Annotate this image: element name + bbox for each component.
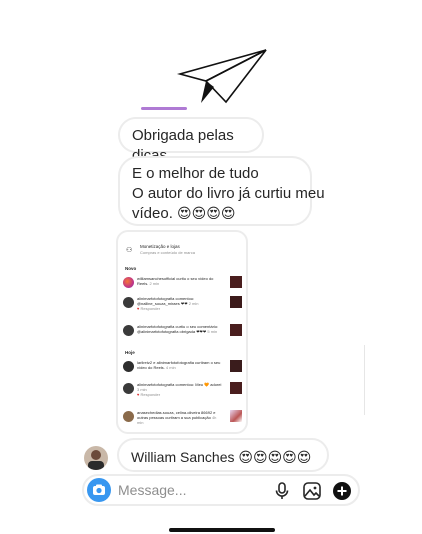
notification-row[interactable]: larilretz2 e alinimarfotofotografia curt… bbox=[123, 360, 245, 378]
post-thumbnail bbox=[230, 276, 242, 288]
like-icon[interactable]: ♥ bbox=[137, 392, 139, 397]
post-thumbnail bbox=[230, 296, 242, 308]
notification-row[interactable]: alinimarfotofotografia comentou: Meu 🧡 a… bbox=[123, 382, 245, 400]
section-new: Novo bbox=[125, 266, 137, 271]
message-line: E o melhor de tudo bbox=[132, 165, 259, 182]
notification-text: anasechedias.souza, celina.oliveira 8669… bbox=[137, 410, 216, 420]
notification-time: 5 min bbox=[207, 329, 218, 334]
avatar bbox=[123, 361, 134, 372]
notification-row[interactable]: williamsanchesofficial curtiu o seu víde… bbox=[123, 276, 245, 294]
message-composer[interactable]: Message... bbox=[82, 474, 360, 506]
post-thumbnail bbox=[230, 382, 242, 394]
message-input[interactable]: Message... bbox=[118, 482, 186, 498]
reply-link[interactable]: Responder bbox=[141, 392, 161, 397]
post-thumbnail bbox=[230, 410, 242, 422]
sender-avatar[interactable] bbox=[84, 446, 108, 470]
notification-time: 2 min bbox=[149, 281, 160, 286]
camera-button[interactable] bbox=[87, 478, 111, 502]
gallery-icon[interactable] bbox=[302, 481, 322, 501]
avatar bbox=[123, 325, 134, 336]
notification-row[interactable]: anasechedias.souza, celina.oliveira 8669… bbox=[123, 410, 245, 428]
post-thumbnail bbox=[230, 324, 242, 336]
like-icon[interactable]: ♥ bbox=[137, 306, 139, 311]
notification-row[interactable]: alinimarfotofotografia curtiu o seu come… bbox=[123, 324, 245, 342]
message-bubble-author[interactable]: E o melhor de tudo O autor do livro já c… bbox=[118, 156, 325, 226]
section-today: Hoje bbox=[125, 350, 135, 355]
message-text: William Sanches bbox=[131, 449, 235, 465]
notification-text: alinimarfotofotografia comentou: Meu 🧡 a… bbox=[137, 382, 222, 387]
message-line: vídeo. bbox=[132, 205, 173, 222]
previous-message-edge bbox=[141, 107, 187, 110]
notification-text: larilretz2 e alinimarfotofotografia curt… bbox=[137, 360, 221, 370]
avatar bbox=[123, 411, 134, 422]
camera-icon bbox=[93, 484, 105, 495]
divider bbox=[364, 345, 365, 415]
notification-time: 2 min bbox=[188, 301, 199, 306]
header-title: Monetização e lojas bbox=[140, 244, 180, 249]
heart-eyes-emoji: 😍😍😍😍😍 bbox=[238, 450, 312, 466]
avatar bbox=[123, 297, 134, 308]
avatar bbox=[123, 383, 134, 394]
shared-screenshot[interactable]: ⚇ Monetização e lojas Compras e conteúdo… bbox=[116, 230, 248, 434]
notification-text: alinimarfotofotografia curtiu o seu come… bbox=[137, 324, 219, 334]
microphone-icon[interactable] bbox=[272, 481, 292, 501]
message-bubble-thanks[interactable]: Obrigada pelas dicas bbox=[118, 117, 264, 164]
post-thumbnail bbox=[230, 360, 242, 372]
notification-text: alinimarfotofotografia comentou: @nallin… bbox=[137, 296, 195, 306]
message-line: O autor do livro já curtiu meu bbox=[132, 185, 325, 202]
notification-time: 4 min bbox=[165, 365, 176, 370]
paper-plane-icon bbox=[176, 49, 267, 104]
plus-circle-icon[interactable] bbox=[332, 481, 352, 501]
heart-eyes-emoji: 😍😍😍😍 bbox=[177, 206, 236, 222]
person-tag-icon: ⚇ bbox=[126, 246, 133, 254]
notification-row[interactable]: alinimarfotofotografia comentou: @nallin… bbox=[123, 296, 245, 314]
reply-link[interactable]: Responder bbox=[141, 306, 161, 311]
avatar bbox=[123, 277, 134, 288]
header-subtitle: Compras e conteúdo de marca bbox=[140, 250, 195, 255]
home-indicator bbox=[169, 528, 275, 532]
message-bubble-william[interactable]: William Sanches 😍😍😍😍😍 bbox=[117, 438, 329, 472]
